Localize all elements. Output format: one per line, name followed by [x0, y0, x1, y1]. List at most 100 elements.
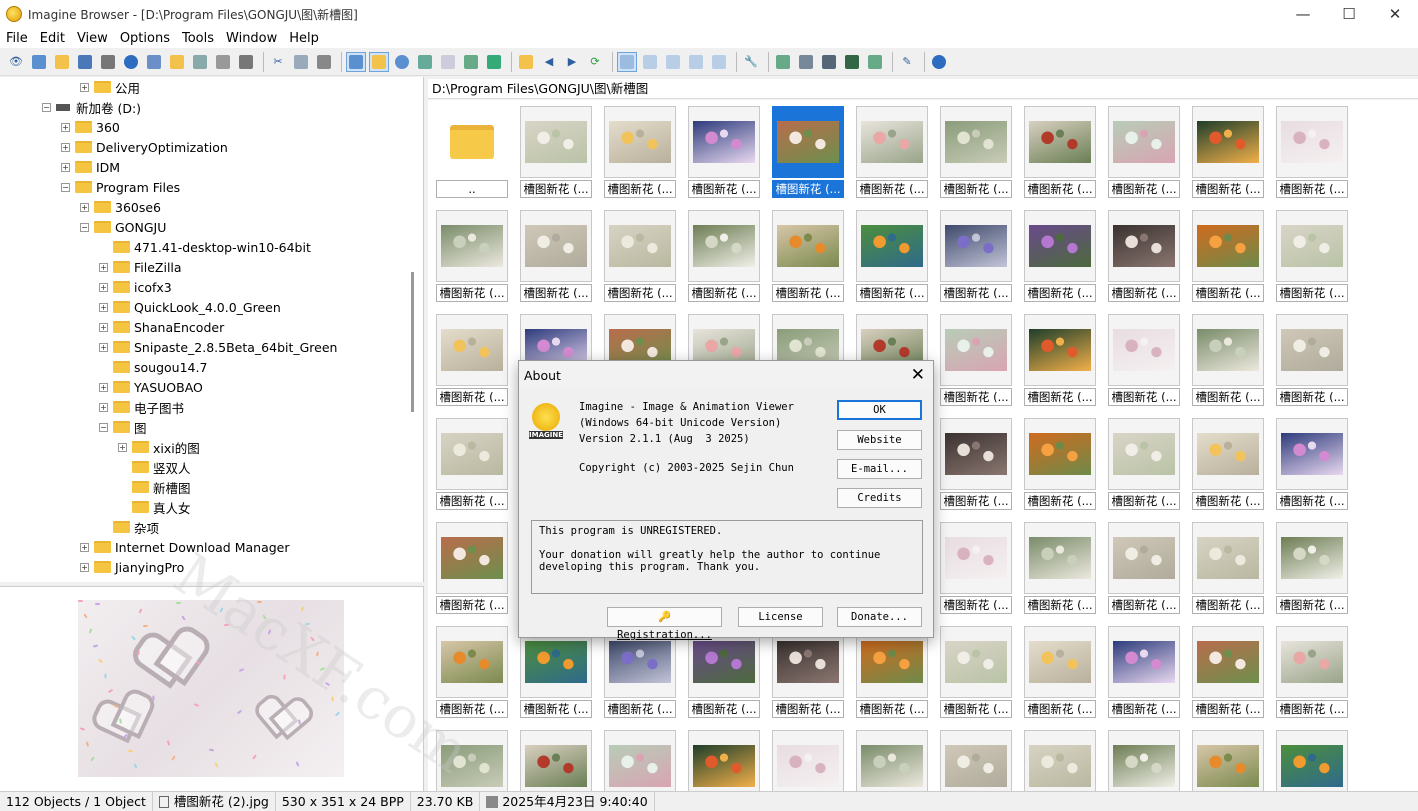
cut-icon[interactable]: ✂	[268, 52, 288, 72]
expand-toggle-icon[interactable]: +	[99, 262, 108, 272]
thumbnail-item[interactable]: 槽图新花 (...	[1276, 204, 1348, 302]
thumbnail-item[interactable]: 槽图新花 (...	[604, 204, 676, 302]
minimize-button[interactable]: —	[1280, 0, 1326, 28]
tree-node[interactable]: − GONGJU	[80, 217, 166, 237]
capture-icon[interactable]	[819, 52, 839, 72]
tree-node[interactable]: 新槽图	[118, 477, 191, 497]
thumbnail-item[interactable]: 槽图新花 (...	[1108, 724, 1180, 791]
tree-node[interactable]: + QuickLook_4.0.0_Green	[99, 297, 281, 317]
thumbnail-item[interactable]: 槽图新花 (...	[856, 724, 928, 791]
paste-icon[interactable]	[314, 52, 334, 72]
thumbnail-item[interactable]: 槽图新花 (...	[688, 100, 760, 198]
thumbnail-item[interactable]: 槽图新花 (...	[940, 516, 1012, 614]
thumbnail-item[interactable]: 槽图新花 (...	[1024, 100, 1096, 198]
thumbnails-icon[interactable]	[617, 51, 637, 72]
menu-file[interactable]: File	[0, 31, 34, 46]
menu-help[interactable]: Help	[283, 31, 325, 46]
thumbnail-item[interactable]: 槽图新花 (...	[940, 620, 1012, 718]
thumbnail-item[interactable]: 槽图新花 (...	[1108, 412, 1180, 510]
menu-options[interactable]: Options	[114, 31, 176, 46]
tree-node[interactable]: + YASUOBAO	[99, 377, 203, 397]
folder-tree-icon[interactable]	[369, 51, 389, 72]
dots-icon[interactable]	[438, 52, 458, 72]
thumbnail-item[interactable]: 槽图新花 (...	[520, 100, 592, 198]
sync-icon[interactable]	[415, 52, 435, 72]
info-icon[interactable]	[121, 52, 141, 72]
thumbnail-item[interactable]: 槽图新花 (...	[436, 204, 508, 302]
expand-toggle-icon[interactable]: +	[61, 142, 70, 152]
batch-icon[interactable]	[773, 52, 793, 72]
expand-toggle-icon[interactable]: +	[118, 442, 127, 452]
tree-node[interactable]: + IDM	[61, 157, 120, 177]
tree-node[interactable]: − Program Files	[61, 177, 180, 197]
tree-node[interactable]: 真人女	[118, 497, 191, 517]
expand-toggle-icon[interactable]: +	[80, 542, 89, 552]
up-folder-icon[interactable]	[516, 52, 536, 72]
tree-node[interactable]: + Internet Download Manager	[80, 537, 290, 557]
thumbnail-item[interactable]: 槽图新花 (...	[772, 100, 844, 198]
rename-icon[interactable]	[190, 52, 210, 72]
thumbnail-item[interactable]: 槽图新花 (...	[1024, 516, 1096, 614]
thumbnail-item[interactable]: 槽图新花 (...	[436, 308, 508, 406]
thumbnail-item[interactable]: 槽图新花 (...	[604, 724, 676, 791]
slideshow-icon[interactable]	[484, 52, 504, 72]
tree-node[interactable]: 杂项	[99, 517, 159, 537]
clock-icon[interactable]	[392, 52, 412, 72]
thumbnail-item[interactable]: 槽图新花 (...	[1192, 724, 1264, 791]
thumbnail-item[interactable]: 槽图新花 (...	[520, 724, 592, 791]
tree-node[interactable]: + xixi的图	[118, 437, 200, 457]
wrench-icon[interactable]: 🔧	[741, 52, 761, 72]
close-icon[interactable]: ✕	[911, 365, 925, 385]
ok-button[interactable]: OK	[837, 400, 922, 420]
tree-view-icon[interactable]	[346, 51, 366, 72]
save-icon[interactable]	[75, 52, 95, 72]
expand-toggle-icon[interactable]: −	[42, 102, 51, 112]
expand-toggle-icon[interactable]: −	[99, 422, 108, 432]
thumbnail-item[interactable]: 槽图新花 (...	[1276, 516, 1348, 614]
thumbnail-item[interactable]: 槽图新花 (...	[772, 724, 844, 791]
thumbnail-item[interactable]: 槽图新花 (...	[856, 204, 928, 302]
menu-view[interactable]: View	[71, 31, 114, 46]
thumbnail-item[interactable]: 槽图新花 (...	[688, 204, 760, 302]
thumbnail-item[interactable]: 槽图新花 (...	[1024, 724, 1096, 791]
thumbnail-item[interactable]: 槽图新花 (...	[940, 308, 1012, 406]
thumbnail-item[interactable]: 槽图新花 (...	[772, 204, 844, 302]
registration-button[interactable]: 🔑 Registration...	[607, 607, 722, 641]
path-bar[interactable]: D:\Program Files\GONGJU\图\新槽图	[428, 79, 1418, 99]
thumbnail-item[interactable]: 槽图新花 (...	[1192, 516, 1264, 614]
thumbnail-item[interactable]: 槽图新花 (...	[940, 724, 1012, 791]
print-icon[interactable]	[98, 52, 118, 72]
website-button[interactable]: Website	[837, 430, 922, 450]
tree-node[interactable]: + 公用	[80, 77, 140, 97]
large-icons-icon[interactable]	[640, 52, 660, 72]
thumbnail-item[interactable]: 槽图新花 (...	[436, 724, 508, 791]
expand-toggle-icon[interactable]: −	[61, 182, 70, 192]
tree-node[interactable]: + DeliveryOptimization	[61, 137, 228, 157]
report-icon[interactable]	[709, 52, 729, 72]
filmstrip-icon[interactable]	[842, 52, 862, 72]
copy-icon[interactable]	[291, 52, 311, 72]
expand-toggle-icon[interactable]: +	[80, 202, 89, 212]
folder-open-icon[interactable]	[52, 52, 72, 72]
license-button[interactable]: License	[738, 607, 823, 627]
thumbnail-item[interactable]: 槽图新花 (...	[1192, 412, 1264, 510]
thumbnail-item[interactable]: 槽图新花 (...	[1276, 724, 1348, 791]
expand-toggle-icon[interactable]: +	[80, 82, 89, 92]
preview-icon[interactable]	[461, 52, 481, 72]
forward-arrow-icon[interactable]: ▶	[562, 52, 582, 72]
thumbnail-item[interactable]: 槽图新花 (...	[688, 724, 760, 791]
tree-node[interactable]: + JianyingPro	[80, 557, 184, 577]
expand-toggle-icon[interactable]: +	[80, 562, 89, 572]
thumbnail-item[interactable]: 槽图新花 (...	[1192, 100, 1264, 198]
thumbnail-item[interactable]: 槽图新花 (...	[940, 100, 1012, 198]
thumbnail-item[interactable]: 槽图新花 (...	[940, 412, 1012, 510]
menu-tools[interactable]: Tools	[176, 31, 220, 46]
thumbnail-item[interactable]: 槽图新花 (...	[1108, 620, 1180, 718]
thumbnail-item[interactable]: 槽图新花 (...	[520, 204, 592, 302]
tree-node[interactable]: 471.41-desktop-win10-64bit	[99, 237, 311, 257]
thumbnail-item[interactable]: 槽图新花 (...	[1108, 516, 1180, 614]
list-icon[interactable]	[663, 52, 683, 72]
menu-window[interactable]: Window	[220, 31, 283, 46]
tree-node[interactable]: + ShanaEncoder	[99, 317, 224, 337]
expand-toggle-icon[interactable]: +	[99, 282, 108, 292]
